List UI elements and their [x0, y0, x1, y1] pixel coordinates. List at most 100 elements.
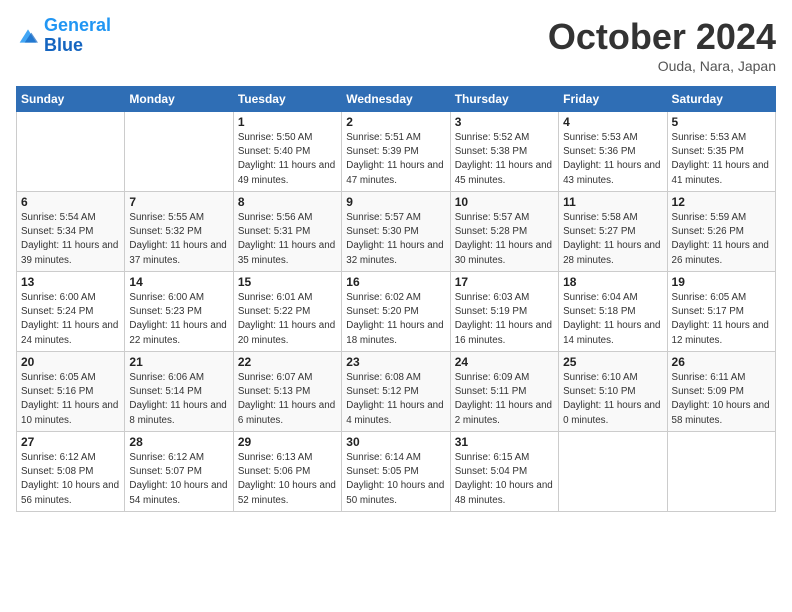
- calendar-cell: 20Sunrise: 6:05 AM Sunset: 5:16 PM Dayli…: [17, 352, 125, 432]
- day-detail: Sunrise: 6:00 AM Sunset: 5:23 PM Dayligh…: [129, 291, 228, 348]
- day-number: 12: [672, 195, 771, 209]
- calendar-cell: 3 Sunrise: 5:52 AM Sunset: 5:38 PM Daylig…: [450, 112, 558, 192]
- day-number: 17: [455, 275, 554, 289]
- day-detail: Sunrise: 6:07 AM Sunset: 5:13 PM Dayligh…: [238, 371, 337, 428]
- day-number: 9: [346, 195, 445, 209]
- calendar-cell: 18 Sunrise: 6:04 AM Sunset: 5:18 PM Dayli…: [559, 272, 667, 352]
- day-detail: Sunrise: 5:53 AM Sunset: 5:35 PM Dayligh…: [672, 131, 771, 188]
- calendar-cell: 22 Sunrise: 6:07 AM Sunset: 5:13 PM Dayli…: [233, 352, 341, 432]
- day-number: 10: [455, 195, 554, 209]
- day-detail: Sunrise: 6:08 AM Sunset: 5:12 PM Dayligh…: [346, 371, 445, 428]
- calendar-cell: 24 Sunrise: 6:09 AM Sunset: 5:11 PM Dayli…: [450, 352, 558, 432]
- weekday-header: Sunday: [17, 87, 125, 112]
- title-block: October 2024 Ouda, Nara, Japan: [548, 16, 776, 74]
- calendar-cell: 17 Sunrise: 6:03 AM Sunset: 5:19 PM Dayli…: [450, 272, 558, 352]
- day-detail: Sunrise: 5:53 AM Sunset: 5:36 PM Dayligh…: [563, 131, 662, 188]
- day-number: 18: [563, 275, 662, 289]
- day-detail: Sunrise: 6:05 AM Sunset: 5:16 PM Dayligh…: [21, 371, 120, 428]
- day-detail: Sunrise: 5:55 AM Sunset: 5:32 PM Dayligh…: [129, 211, 228, 268]
- calendar-cell: 6Sunrise: 5:54 AM Sunset: 5:34 PM Daylig…: [17, 192, 125, 272]
- calendar-week-row: 1 Sunrise: 5:50 AM Sunset: 5:40 PM Daylig…: [17, 112, 776, 192]
- day-number: 22: [238, 355, 337, 369]
- day-number: 14: [129, 275, 228, 289]
- calendar-cell: 27 Sunrise: 6:12 AM Sunset: 5:08 PM Dayli…: [17, 432, 125, 512]
- calendar-cell: 7 Sunrise: 5:55 AM Sunset: 5:32 PM Daylig…: [125, 192, 233, 272]
- calendar-cell: 31 Sunrise: 6:15 AM Sunset: 5:04 PM Dayli…: [450, 432, 558, 512]
- day-number: 30: [346, 435, 445, 449]
- day-number: 4: [563, 115, 662, 129]
- day-detail: Sunrise: 6:00 AM Sunset: 5:24 PM Dayligh…: [21, 291, 120, 348]
- calendar-week-row: 6Sunrise: 5:54 AM Sunset: 5:34 PM Daylig…: [17, 192, 776, 272]
- calendar-cell: 8 Sunrise: 5:56 AM Sunset: 5:31 PM Daylig…: [233, 192, 341, 272]
- day-detail: Sunrise: 6:10 AM Sunset: 5:10 PM Dayligh…: [563, 371, 662, 428]
- calendar-week-row: 20Sunrise: 6:05 AM Sunset: 5:16 PM Dayli…: [17, 352, 776, 432]
- calendar-cell: 30 Sunrise: 6:14 AM Sunset: 5:05 PM Dayli…: [342, 432, 450, 512]
- weekday-header: Wednesday: [342, 87, 450, 112]
- weekday-header-row: SundayMondayTuesdayWednesdayThursdayFrid…: [17, 87, 776, 112]
- day-number: 27: [21, 435, 120, 449]
- day-number: 29: [238, 435, 337, 449]
- weekday-header: Saturday: [667, 87, 775, 112]
- calendar-cell: 23 Sunrise: 6:08 AM Sunset: 5:12 PM Dayli…: [342, 352, 450, 432]
- calendar-cell: 12 Sunrise: 5:59 AM Sunset: 5:26 PM Dayli…: [667, 192, 775, 272]
- day-number: 21: [129, 355, 228, 369]
- day-number: 31: [455, 435, 554, 449]
- day-detail: Sunrise: 5:56 AM Sunset: 5:31 PM Dayligh…: [238, 211, 337, 268]
- day-number: 7: [129, 195, 228, 209]
- calendar-cell: [125, 112, 233, 192]
- day-detail: Sunrise: 6:02 AM Sunset: 5:20 PM Dayligh…: [346, 291, 445, 348]
- day-number: 23: [346, 355, 445, 369]
- day-number: 16: [346, 275, 445, 289]
- calendar-cell: 9Sunrise: 5:57 AM Sunset: 5:30 PM Daylig…: [342, 192, 450, 272]
- location-subtitle: Ouda, Nara, Japan: [548, 58, 776, 74]
- day-detail: Sunrise: 6:03 AM Sunset: 5:19 PM Dayligh…: [455, 291, 554, 348]
- day-number: 5: [672, 115, 771, 129]
- month-title: October 2024: [548, 16, 776, 58]
- day-detail: Sunrise: 5:50 AM Sunset: 5:40 PM Dayligh…: [238, 131, 337, 188]
- day-number: 3: [455, 115, 554, 129]
- page-header: GeneralBlue October 2024 Ouda, Nara, Jap…: [16, 16, 776, 74]
- day-detail: Sunrise: 6:12 AM Sunset: 5:07 PM Dayligh…: [129, 451, 228, 508]
- calendar-cell: 28Sunrise: 6:12 AM Sunset: 5:07 PM Dayli…: [125, 432, 233, 512]
- calendar-cell: 15Sunrise: 6:01 AM Sunset: 5:22 PM Dayli…: [233, 272, 341, 352]
- day-detail: Sunrise: 6:09 AM Sunset: 5:11 PM Dayligh…: [455, 371, 554, 428]
- day-detail: Sunrise: 5:52 AM Sunset: 5:38 PM Dayligh…: [455, 131, 554, 188]
- calendar-cell: [667, 432, 775, 512]
- calendar-cell: 26Sunrise: 6:11 AM Sunset: 5:09 PM Dayli…: [667, 352, 775, 432]
- day-detail: Sunrise: 6:13 AM Sunset: 5:06 PM Dayligh…: [238, 451, 337, 508]
- weekday-header: Friday: [559, 87, 667, 112]
- day-number: 11: [563, 195, 662, 209]
- calendar-table: SundayMondayTuesdayWednesdayThursdayFrid…: [16, 86, 776, 512]
- day-detail: Sunrise: 6:12 AM Sunset: 5:08 PM Dayligh…: [21, 451, 120, 508]
- calendar-cell: [559, 432, 667, 512]
- calendar-cell: 1 Sunrise: 5:50 AM Sunset: 5:40 PM Daylig…: [233, 112, 341, 192]
- day-number: 8: [238, 195, 337, 209]
- calendar-week-row: 13 Sunrise: 6:00 AM Sunset: 5:24 PM Dayli…: [17, 272, 776, 352]
- calendar-cell: 19Sunrise: 6:05 AM Sunset: 5:17 PM Dayli…: [667, 272, 775, 352]
- day-detail: Sunrise: 6:05 AM Sunset: 5:17 PM Dayligh…: [672, 291, 771, 348]
- day-detail: Sunrise: 5:59 AM Sunset: 5:26 PM Dayligh…: [672, 211, 771, 268]
- day-number: 1: [238, 115, 337, 129]
- day-detail: Sunrise: 5:57 AM Sunset: 5:28 PM Dayligh…: [455, 211, 554, 268]
- calendar-cell: 25Sunrise: 6:10 AM Sunset: 5:10 PM Dayli…: [559, 352, 667, 432]
- day-detail: Sunrise: 5:58 AM Sunset: 5:27 PM Dayligh…: [563, 211, 662, 268]
- calendar-week-row: 27 Sunrise: 6:12 AM Sunset: 5:08 PM Dayli…: [17, 432, 776, 512]
- logo-text: GeneralBlue: [44, 16, 111, 56]
- logo-icon: [16, 26, 40, 46]
- day-number: 24: [455, 355, 554, 369]
- calendar-cell: [17, 112, 125, 192]
- day-detail: Sunrise: 6:01 AM Sunset: 5:22 PM Dayligh…: [238, 291, 337, 348]
- logo: GeneralBlue: [16, 16, 111, 56]
- calendar-cell: 10 Sunrise: 5:57 AM Sunset: 5:28 PM Dayli…: [450, 192, 558, 272]
- weekday-header: Thursday: [450, 87, 558, 112]
- day-detail: Sunrise: 6:15 AM Sunset: 5:04 PM Dayligh…: [455, 451, 554, 508]
- calendar-cell: 11 Sunrise: 5:58 AM Sunset: 5:27 PM Dayli…: [559, 192, 667, 272]
- day-number: 13: [21, 275, 120, 289]
- day-detail: Sunrise: 5:54 AM Sunset: 5:34 PM Dayligh…: [21, 211, 120, 268]
- day-detail: Sunrise: 6:04 AM Sunset: 5:18 PM Dayligh…: [563, 291, 662, 348]
- calendar-cell: 21 Sunrise: 6:06 AM Sunset: 5:14 PM Dayli…: [125, 352, 233, 432]
- weekday-header: Monday: [125, 87, 233, 112]
- day-detail: Sunrise: 6:11 AM Sunset: 5:09 PM Dayligh…: [672, 371, 771, 428]
- day-detail: Sunrise: 6:14 AM Sunset: 5:05 PM Dayligh…: [346, 451, 445, 508]
- day-detail: Sunrise: 6:06 AM Sunset: 5:14 PM Dayligh…: [129, 371, 228, 428]
